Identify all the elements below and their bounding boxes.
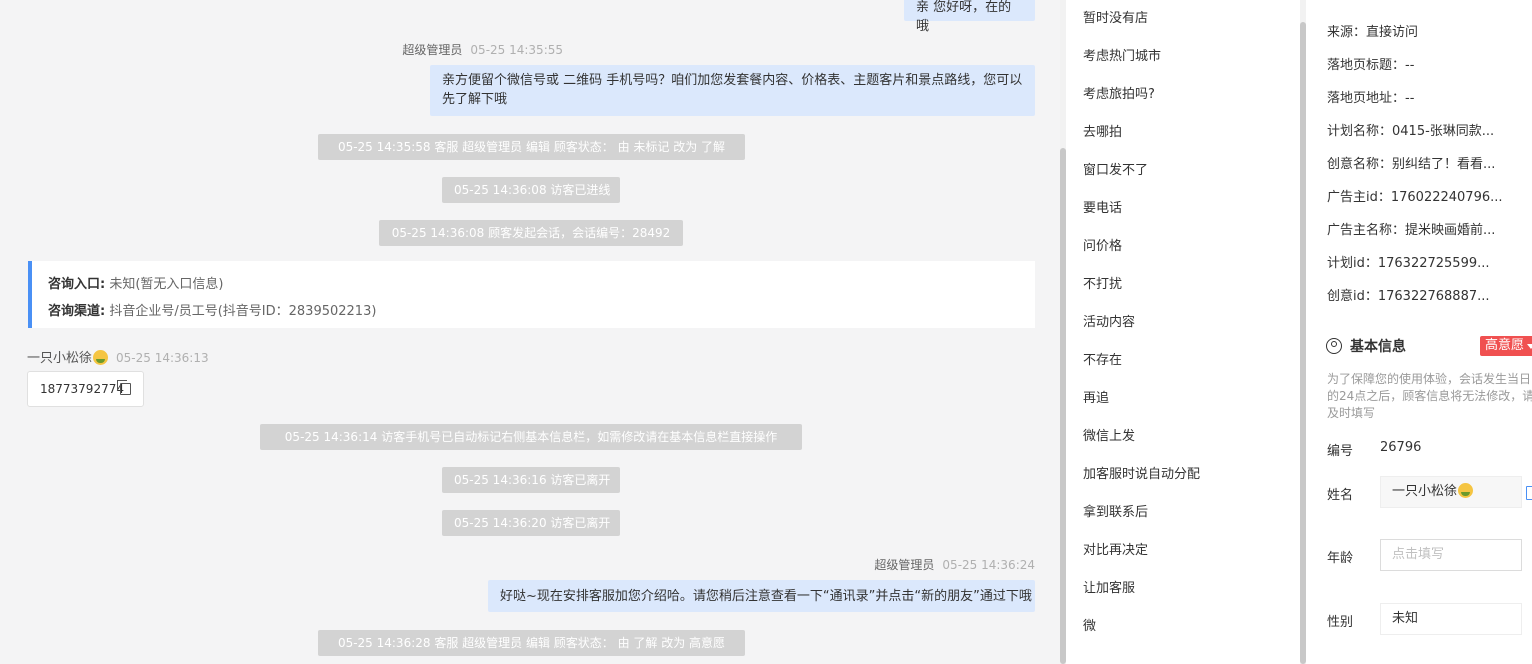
- system-notice: 05-25 14:35:58 客服 超级管理员 编辑 顾客状态： 由 未标记 改…: [318, 134, 745, 160]
- consult-info-card: 咨询入口: 未知(暂无入口信息) 咨询渠道: 抖音企业号/员工号(抖音号ID：2…: [28, 261, 1035, 328]
- quick-phrase-item[interactable]: 去哪拍: [1083, 121, 1122, 140]
- plan-name-info: 计划名称：0415-张琳同款...: [1327, 124, 1495, 139]
- system-notice: 05-25 14:36:20 访客已离开: [442, 510, 620, 536]
- advertiser-id-info: 广告主id：176022240796...: [1327, 190, 1503, 205]
- intent-status-dropdown[interactable]: 高意愿: [1480, 336, 1532, 356]
- consult-entry-value: 未知(暂无入口信息): [109, 277, 224, 292]
- edit-hint-text: 为了保障您的使用体验，会话发生当日的24点之后，顾客信息将无法修改，请及时填写: [1327, 372, 1532, 420]
- landing-title-info: 落地页标题：--: [1327, 58, 1415, 73]
- basic-info-title: 基本信息: [1350, 339, 1406, 355]
- quick-phrase-item[interactable]: 考虑热门城市: [1083, 45, 1161, 64]
- intent-status-label: 高意愿: [1485, 338, 1525, 353]
- quick-phrase-item[interactable]: 不打扰: [1083, 273, 1122, 292]
- consult-entry-row: 咨询入口: 未知(暂无入口信息): [48, 271, 1035, 298]
- landing-url-info: 落地页地址：--: [1327, 91, 1415, 106]
- user-icon: [1326, 338, 1342, 354]
- quick-phrase-item[interactable]: 让加客服: [1083, 577, 1135, 596]
- quick-phrase-item[interactable]: 要电话: [1083, 197, 1122, 216]
- quick-phrase-item[interactable]: 窗口发不了: [1083, 159, 1148, 178]
- visitor-phone-message: 18773792774: [27, 371, 144, 407]
- creative-name-info: 创意名称：别纠结了！看看...: [1327, 157, 1496, 172]
- quick-phrase-item[interactable]: 暂时没有店: [1083, 7, 1148, 26]
- quick-phrase-list: 暂时没有店 考虑热门城市 考虑旅拍吗? 去哪拍 窗口发不了 要电话 问价格 不打…: [1066, 0, 1300, 664]
- gender-label: 性别: [1327, 615, 1354, 630]
- emoji-icon: [1458, 483, 1474, 498]
- consult-channel-label: 咨询渠道:: [48, 304, 106, 319]
- agent-message-bubble: 亲方便留个微信号或 二维码 手机号吗？咱们加您发套餐内容、价格表、主题客片和景点…: [430, 65, 1035, 116]
- system-notice: 05-25 14:36:28 客服 超级管理员 编辑 顾客状态： 由 了解 改为…: [318, 630, 745, 656]
- system-notice: 05-25 14:36:14 访客手机号已自动标记右侧基本信息栏，如需修改请在基…: [260, 424, 802, 450]
- quick-phrase-item[interactable]: 微: [1083, 615, 1096, 634]
- copy-icon[interactable]: [1526, 486, 1532, 500]
- quick-phrase-item[interactable]: 不存在: [1083, 349, 1122, 368]
- gender-select[interactable]: 未知: [1380, 603, 1522, 635]
- agent-message-meta: 超级管理员 05-25 14:35:55: [402, 41, 563, 58]
- source-info: 来源：直接访问: [1327, 25, 1419, 40]
- age-input[interactable]: 点击填写: [1380, 539, 1522, 571]
- agent-message-bubble: 亲 您好呀，在的哦: [904, 0, 1035, 34]
- message-time: 05-25 14:36:13: [116, 351, 209, 365]
- sender-name: 超级管理员: [874, 558, 935, 572]
- name-field[interactable]: 一只小松徐: [1380, 476, 1522, 508]
- visitor-phone: 18773792774: [40, 382, 124, 396]
- caret-down-icon: [1527, 344, 1532, 349]
- agent-message-bubble: 好哒~现在安排客服加您介绍哈。请您稍后注意查看一下“通讯录”并点击“新的朋友”通…: [488, 580, 1035, 612]
- emoji-icon: [93, 350, 109, 365]
- customer-info-panel: 来源：直接访问 落地页标题：-- 落地页地址：-- 计划名称：0415-张琳同款…: [1306, 0, 1532, 664]
- basic-info-header: 基本信息: [1326, 336, 1406, 356]
- sender-name: 超级管理员: [402, 43, 463, 57]
- quick-phrase-item[interactable]: 微信上发: [1083, 425, 1135, 444]
- copy-icon[interactable]: [117, 380, 131, 395]
- quick-phrase-item[interactable]: 问价格: [1083, 235, 1122, 254]
- quick-phrase-item[interactable]: 再追: [1083, 387, 1109, 406]
- message-time: 05-25 14:36:24: [942, 558, 1035, 572]
- consult-channel-value: 抖音企业号/员工号(抖音号ID：2839502213): [109, 304, 377, 319]
- chat-panel: 亲 您好呀，在的哦 超级管理员 05-25 14:35:55 亲方便留个微信号或 …: [0, 0, 1060, 664]
- visitor-name: 一只小松徐: [27, 351, 93, 366]
- plan-id-info: 计划id：176322725599...: [1327, 256, 1490, 271]
- consult-channel-row: 咨询渠道: 抖音企业号/员工号(抖音号ID：2839502213): [48, 298, 1035, 325]
- system-notice: 05-25 14:36:08 访客已进线: [442, 177, 620, 203]
- quick-phrase-item[interactable]: 拿到联系后: [1083, 501, 1148, 520]
- name-label: 姓名: [1327, 488, 1354, 503]
- system-notice: 05-25 14:36:16 访客已离开: [442, 467, 620, 493]
- consult-entry-label: 咨询入口:: [48, 277, 106, 292]
- quick-phrase-item[interactable]: 考虑旅拍吗?: [1083, 83, 1155, 102]
- creative-id-info: 创意id：176322768887...: [1327, 289, 1490, 304]
- advertiser-name-info: 广告主名称：提米映画婚前...: [1327, 223, 1496, 238]
- quick-phrase-item[interactable]: 加客服时说自动分配: [1083, 463, 1200, 482]
- age-label: 年龄: [1327, 551, 1354, 566]
- agent-message-meta: 超级管理员 05-25 14:36:24: [874, 556, 1035, 573]
- system-notice: 05-25 14:36:08 顾客发起会话，会话编号：28492: [379, 220, 683, 246]
- message-time: 05-25 14:35:55: [470, 43, 563, 57]
- quick-phrase-item[interactable]: 活动内容: [1083, 311, 1135, 330]
- quick-phrase-item[interactable]: 对比再决定: [1083, 539, 1148, 558]
- id-value: 26796: [1380, 440, 1422, 455]
- visitor-message-meta: 一只小松徐 05-25 14:36:13: [27, 347, 209, 366]
- id-label: 编号: [1327, 444, 1354, 459]
